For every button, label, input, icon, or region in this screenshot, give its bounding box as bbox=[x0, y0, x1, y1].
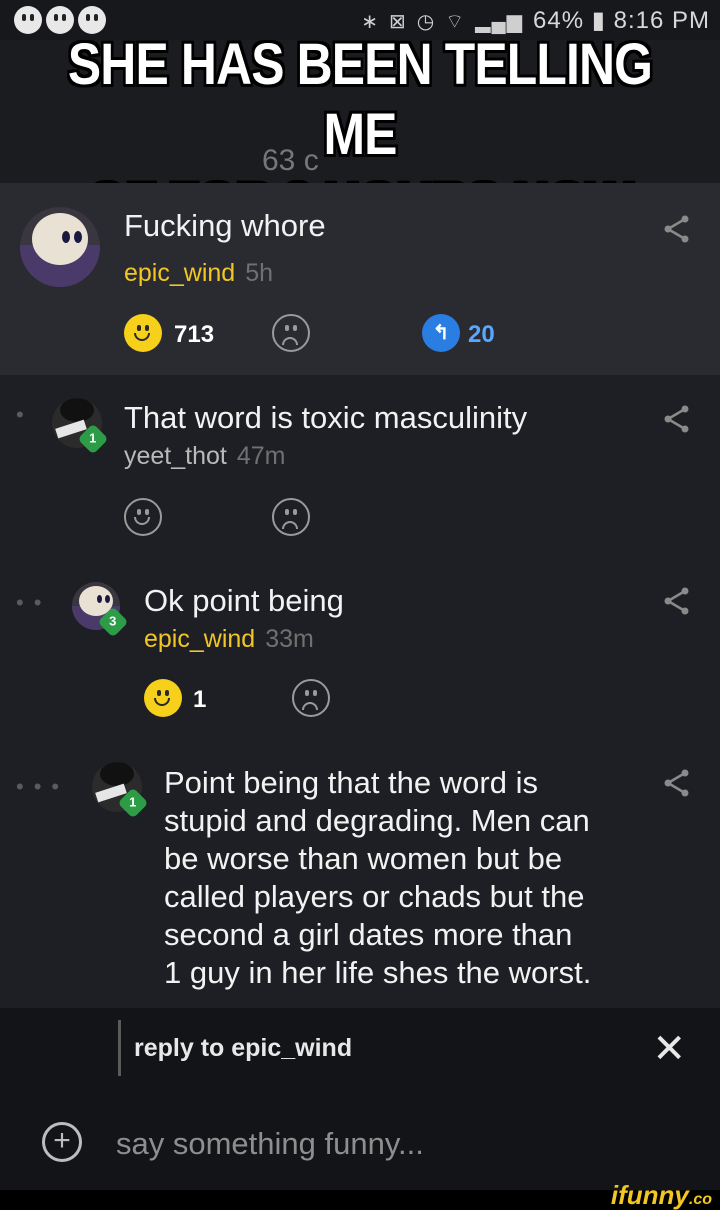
share-icon[interactable] bbox=[662, 586, 692, 616]
unsmile-icon[interactable] bbox=[272, 314, 310, 352]
timestamp: 47m bbox=[236, 442, 286, 470]
smile-icon[interactable] bbox=[144, 679, 182, 717]
comment-meta: epic_wind 33m bbox=[144, 625, 314, 654]
comment-text: Point being that the word is stupid and … bbox=[164, 765, 592, 990]
comment-input-bar: + say something funny... bbox=[0, 1088, 720, 1190]
timestamp: 33m bbox=[265, 625, 314, 653]
thread-depth-indicator: ••• bbox=[16, 774, 70, 799]
reply-to-bar: reply to epic_wind ✕ bbox=[0, 1008, 720, 1088]
username[interactable]: epic_wind bbox=[144, 625, 255, 653]
share-icon[interactable] bbox=[662, 214, 692, 244]
comment-text: Ok point being bbox=[144, 583, 344, 618]
add-attachment-button[interactable]: + bbox=[42, 1122, 82, 1162]
comment-input[interactable]: say something funny... bbox=[116, 1126, 424, 1162]
ifunny-logo: ifunny.co bbox=[610, 1180, 712, 1210]
thread-depth-indicator: • bbox=[16, 402, 34, 427]
caption-line-1: SHE HAS BEEN TELLING ME bbox=[67, 32, 653, 167]
comment-text: That word is toxic masculinity bbox=[124, 400, 528, 435]
smile-icon[interactable] bbox=[124, 498, 162, 536]
timestamp: 5h bbox=[245, 259, 273, 287]
reply-icon[interactable]: ↰ bbox=[422, 314, 460, 352]
thread-depth-indicator: •• bbox=[16, 590, 52, 615]
username[interactable]: yeet_thot bbox=[124, 442, 227, 470]
smile-count: 1 bbox=[193, 686, 207, 713]
smile-icon[interactable] bbox=[124, 314, 162, 352]
unsmile-icon[interactable] bbox=[272, 498, 310, 536]
comment-text: Fucking whore bbox=[124, 208, 326, 243]
top-comment[interactable]: Fucking whore epic_wind 5h 713 ↰ 20 bbox=[0, 183, 720, 375]
close-icon[interactable]: ✕ bbox=[652, 1026, 686, 1072]
avatar[interactable] bbox=[20, 207, 100, 287]
username[interactable]: epic_wind bbox=[124, 259, 235, 287]
reply-to-label: reply to epic_wind bbox=[134, 1034, 353, 1062]
reply-count[interactable]: 20 bbox=[468, 321, 495, 349]
unsmile-icon[interactable] bbox=[292, 679, 330, 717]
share-icon[interactable] bbox=[662, 404, 692, 434]
comment-meta: epic_wind 5h bbox=[124, 259, 273, 288]
share-icon[interactable] bbox=[662, 768, 692, 798]
divider bbox=[118, 1020, 121, 1076]
comment-meta: yeet_thot 47m bbox=[124, 442, 286, 471]
smile-count: 713 bbox=[174, 321, 215, 348]
